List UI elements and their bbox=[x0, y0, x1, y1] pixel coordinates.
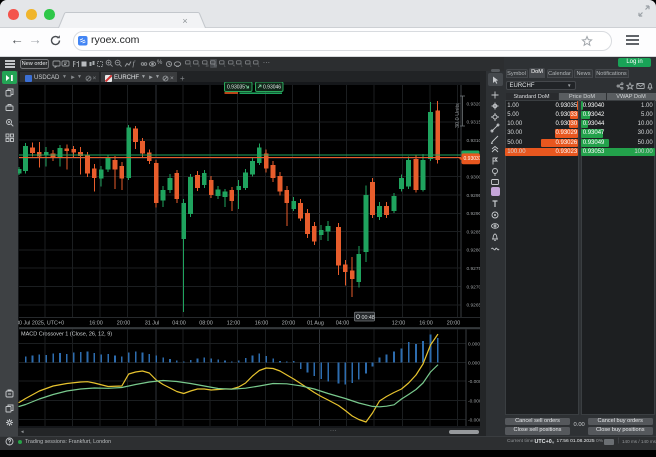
svg-text:1: 1 bbox=[241, 64, 243, 67]
svg-text:04:00: 04:00 bbox=[336, 321, 350, 327]
svg-text:1: 1 bbox=[190, 64, 192, 67]
svg-text:-0.00060: -0.00060 bbox=[468, 417, 480, 423]
svg-text:4: 4 bbox=[233, 64, 235, 67]
svg-text:16:00: 16:00 bbox=[419, 321, 433, 327]
svg-text:1: 1 bbox=[250, 64, 252, 67]
svg-text:15: 15 bbox=[205, 64, 209, 67]
svg-text:01 Aug: 01 Aug bbox=[307, 321, 324, 327]
svg-text:0.92650: 0.92650 bbox=[467, 303, 481, 309]
svg-text:-0.00040: -0.00040 bbox=[468, 398, 480, 404]
svg-text:16:00: 16:00 bbox=[89, 321, 103, 327]
svg-text:16:00: 16:00 bbox=[255, 321, 269, 327]
svg-text:0.93035: 0.93035 bbox=[227, 85, 245, 91]
svg-text:MACD Crossover 1 (Close, 26, 1: MACD Crossover 1 (Close, 26, 12, 9) bbox=[21, 332, 112, 338]
svg-text:30.0 Units: 30.0 Units bbox=[455, 103, 461, 128]
svg-text:00:48: 00:48 bbox=[362, 315, 375, 321]
svg-text:0.92850: 0.92850 bbox=[467, 229, 481, 235]
svg-text:0.93046: 0.93046 bbox=[263, 85, 281, 91]
svg-text:0.92800: 0.92800 bbox=[467, 248, 481, 254]
svg-text:31 Jul: 31 Jul bbox=[145, 321, 159, 327]
svg-text:0.00020: 0.00020 bbox=[468, 341, 480, 347]
svg-text:0.93150: 0.93150 bbox=[467, 120, 481, 126]
svg-text:12:00: 12:00 bbox=[392, 321, 406, 327]
svg-text:0.92950: 0.92950 bbox=[467, 193, 481, 199]
svg-text:20:00: 20:00 bbox=[282, 321, 296, 327]
svg-text:0.93200: 0.93200 bbox=[467, 101, 481, 107]
svg-text:12:00: 12:00 bbox=[227, 321, 241, 327]
svg-text:0.93100: 0.93100 bbox=[467, 138, 481, 144]
svg-text:1: 1 bbox=[224, 64, 226, 67]
svg-text:20:00: 20:00 bbox=[447, 321, 461, 327]
svg-text:5: 5 bbox=[198, 64, 200, 67]
svg-text:0.92700: 0.92700 bbox=[467, 284, 481, 290]
svg-text:0.93031: 0.93031 bbox=[464, 156, 481, 162]
svg-text:0.92900: 0.92900 bbox=[467, 211, 481, 217]
svg-text:0.00000: 0.00000 bbox=[468, 360, 480, 366]
svg-text:20:00: 20:00 bbox=[117, 321, 131, 327]
svg-text:04:00: 04:00 bbox=[172, 321, 186, 327]
svg-text:08:00: 08:00 bbox=[199, 321, 213, 327]
svg-text:-0.00020: -0.00020 bbox=[468, 379, 480, 385]
svg-text:30: 30 bbox=[214, 64, 218, 67]
svg-text:1: 1 bbox=[258, 64, 260, 67]
svg-text:0.92750: 0.92750 bbox=[467, 266, 481, 272]
svg-text:0.93000: 0.93000 bbox=[467, 175, 481, 181]
svg-text:30 Jul 2025, UTC+0: 30 Jul 2025, UTC+0 bbox=[18, 321, 64, 327]
